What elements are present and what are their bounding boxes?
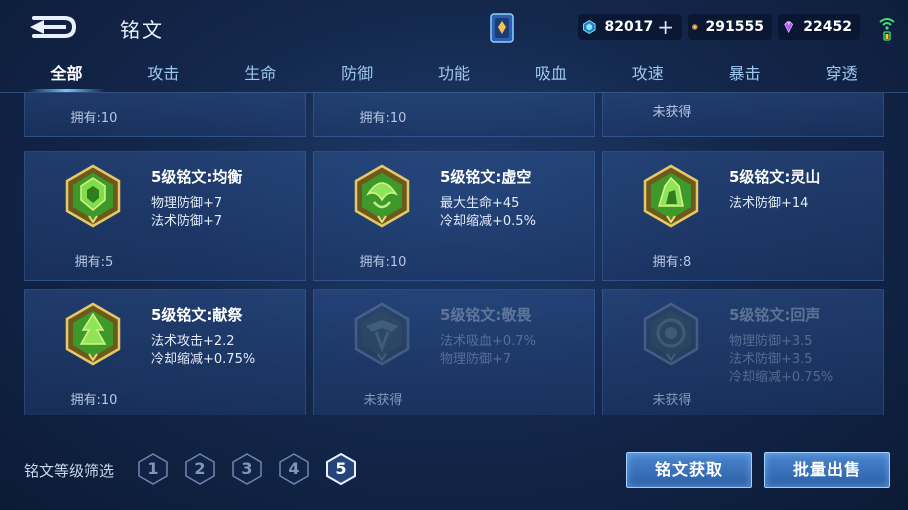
back-arrow-icon[interactable]	[24, 12, 78, 42]
top-bar: 铭文 82017 + $ 291555 22452	[0, 0, 908, 56]
inscription-stat: 物理防御+7	[151, 196, 223, 211]
inscription-stat: 法术攻击+2.2	[151, 334, 235, 349]
tab-attack-speed[interactable]: 攻速	[599, 58, 696, 92]
category-tabs: 全部 攻击 生命 防御 功能 吸血 攻速 暴击 穿透	[18, 58, 890, 92]
level-number: 4	[288, 459, 300, 478]
gem-amount: 22452	[803, 19, 852, 35]
level-filter-label: 铭文等级筛选	[24, 462, 115, 480]
owned-count: 未获得	[652, 105, 692, 120]
inscription-echo-icon	[643, 302, 699, 366]
owned-count: 拥有:5	[74, 255, 114, 270]
inscription-sacrifice-icon	[65, 302, 121, 366]
inscription-stat: 法术防御+3.5	[729, 352, 813, 367]
level-number: 3	[241, 459, 253, 478]
owned-count: 拥有:10	[70, 111, 118, 126]
gem-icon	[784, 21, 794, 34]
gem-currency: 22452	[778, 14, 860, 40]
inscription-stat: 最大生命+45	[440, 196, 520, 211]
inscription-stat: 物理防御+3.5	[729, 334, 813, 349]
tab-health[interactable]: 生命	[212, 58, 309, 92]
inscription-stat: 法术防御+14	[729, 196, 809, 211]
diamond-amount: 82017	[604, 19, 654, 35]
tab-defense[interactable]: 防御	[309, 58, 406, 92]
level-number: 5	[335, 459, 347, 478]
inscription-name: 5级铭文:敬畏	[440, 306, 532, 324]
level-filter-4[interactable]: 4	[278, 452, 310, 486]
inscription-awe-icon	[354, 302, 410, 366]
inscription-name: 5级铭文:均衡	[151, 168, 243, 186]
get-inscription-button[interactable]: 铭文获取	[626, 452, 752, 488]
bottom-bar: 铭文等级筛选 1 2 3 4 5 铭文获取 批量出售	[0, 440, 908, 500]
inscription-card[interactable]: 5级铭文:均衡 物理防御+7 法术防御+7 拥有:5	[24, 151, 306, 281]
level-filter-2[interactable]: 2	[184, 452, 216, 486]
inscription-stat: 法术吸血+0.7%	[440, 334, 536, 349]
gold-currency: $ 291555	[688, 14, 772, 40]
inscription-card[interactable]: 未获得	[602, 93, 884, 137]
level-number: 1	[147, 459, 159, 478]
bulk-sell-button[interactable]: 批量出售	[764, 452, 890, 488]
inscription-stat: 法术防御+7	[151, 214, 223, 229]
add-diamond-button[interactable]: +	[657, 17, 674, 37]
inscription-book-icon[interactable]	[488, 12, 516, 44]
inscription-card[interactable]: 5级铭文:灵山 法术防御+14 拥有:8	[602, 151, 884, 281]
inscription-stat: 冷却缩减+0.75%	[151, 352, 256, 367]
inscription-void-icon	[354, 164, 410, 228]
gold-coin-icon: $	[692, 24, 698, 30]
inscription-card[interactable]: 拥有:10	[313, 93, 595, 137]
tab-lifesteal[interactable]: 吸血	[502, 58, 599, 92]
gold-amount: 291555	[705, 19, 764, 35]
level-filter-5[interactable]: 5	[325, 452, 357, 486]
inscription-stat: 冷却缩减+0.75%	[729, 370, 834, 385]
inscription-card[interactable]: 5级铭文:回声 物理防御+3.5 法术防御+3.5 冷却缩减+0.75% 未获得	[602, 289, 884, 415]
inscription-grid[interactable]: 拥有:10 拥有:10 未获得 5级铭文:均衡 物理防御+7 法术防御+7 拥有…	[0, 93, 908, 415]
inscription-card[interactable]: 5级铭文:虚空 最大生命+45 冷却缩减+0.5% 拥有:10	[313, 151, 595, 281]
tab-utility[interactable]: 功能	[406, 58, 503, 92]
owned-count: 未获得	[363, 393, 403, 408]
inscription-name: 5级铭文:献祭	[151, 306, 243, 324]
inscription-name: 5级铭文:虚空	[440, 168, 532, 186]
inscription-name: 5级铭文:灵山	[729, 168, 821, 186]
inscription-mountain-icon	[643, 164, 699, 228]
inscription-card[interactable]: 5级铭文:敬畏 法术吸血+0.7% 物理防御+7 未获得	[313, 289, 595, 415]
owned-count: 拥有:10	[70, 393, 118, 408]
tab-attack[interactable]: 攻击	[115, 58, 212, 92]
inscription-balance-icon	[65, 164, 121, 228]
owned-count: 拥有:10	[359, 255, 407, 270]
owned-count: 拥有:10	[359, 111, 407, 126]
tab-critical[interactable]: 暴击	[696, 58, 793, 92]
diamond-currency: 82017 +	[578, 14, 682, 40]
owned-count: 未获得	[652, 393, 692, 408]
tab-penetration[interactable]: 穿透	[793, 58, 890, 92]
tab-all[interactable]: 全部	[18, 58, 115, 92]
inscription-name: 5级铭文:回声	[729, 306, 821, 324]
level-number: 2	[194, 459, 206, 478]
owned-count: 拥有:8	[652, 255, 692, 270]
level-filter-3[interactable]: 3	[231, 452, 263, 486]
wifi-signal-icon	[879, 18, 895, 41]
level-filter-1[interactable]: 1	[137, 452, 169, 486]
inscription-stat: 冷却缩减+0.5%	[440, 214, 536, 229]
diamond-coin-icon	[583, 19, 596, 35]
page-title: 铭文	[120, 18, 164, 42]
inscription-stat: 物理防御+7	[440, 352, 512, 367]
inscription-card[interactable]: 5级铭文:献祭 法术攻击+2.2 冷却缩减+0.75% 拥有:10	[24, 289, 306, 415]
inscription-card[interactable]: 拥有:10	[24, 93, 306, 137]
